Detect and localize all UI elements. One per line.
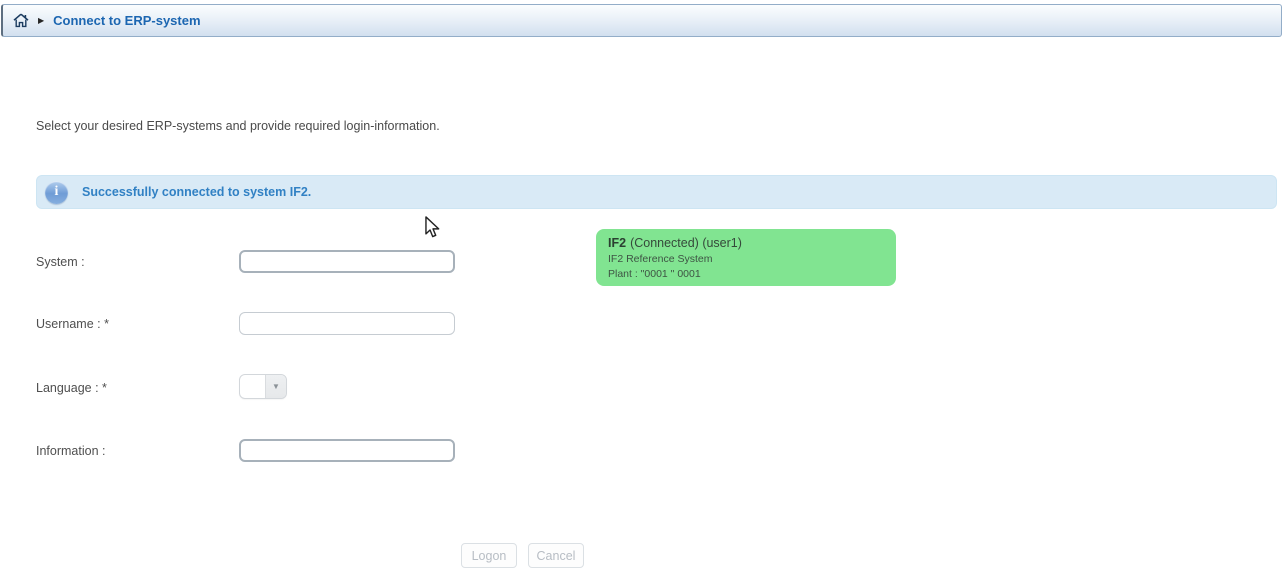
- alert-message: Successfully connected to system IF2.: [82, 185, 311, 199]
- username-label: Username : *: [36, 317, 109, 332]
- intro-text: Select your desired ERP-systems and prov…: [36, 119, 440, 133]
- breadcrumb-bar: ▶ Connect to ERP-system: [1, 4, 1282, 37]
- breadcrumb-title[interactable]: Connect to ERP-system: [53, 13, 200, 28]
- connection-card-title: IF2 (Connected) (user1): [608, 236, 884, 250]
- system-input[interactable]: [239, 250, 455, 273]
- system-label: System :: [36, 255, 85, 270]
- username-input[interactable]: [239, 312, 455, 335]
- connection-card[interactable]: IF2 (Connected) (user1) IF2 Reference Sys…: [596, 229, 896, 286]
- mouse-cursor-icon: [424, 216, 443, 243]
- language-select-value: [240, 375, 266, 398]
- cancel-button[interactable]: Cancel: [528, 543, 584, 568]
- home-icon[interactable]: [13, 13, 29, 28]
- success-alert: i Successfully connected to system IF2.: [36, 175, 1277, 209]
- connection-status: (Connected) (user1): [630, 236, 742, 250]
- breadcrumb-separator-icon: ▶: [38, 16, 44, 25]
- connection-plant: Plant : "0001 " 0001: [608, 268, 884, 280]
- connection-description: IF2 Reference System: [608, 253, 884, 265]
- connection-system-name: IF2: [608, 236, 626, 250]
- information-input[interactable]: [239, 439, 455, 462]
- logon-button[interactable]: Logon: [461, 543, 517, 568]
- info-icon: i: [45, 181, 68, 204]
- language-select[interactable]: ▼: [239, 374, 287, 399]
- chevron-down-icon[interactable]: ▼: [266, 375, 286, 398]
- page: ▶ Connect to ERP-system Select your desi…: [0, 0, 1286, 585]
- information-label: Information :: [36, 444, 105, 459]
- language-label: Language : *: [36, 381, 107, 396]
